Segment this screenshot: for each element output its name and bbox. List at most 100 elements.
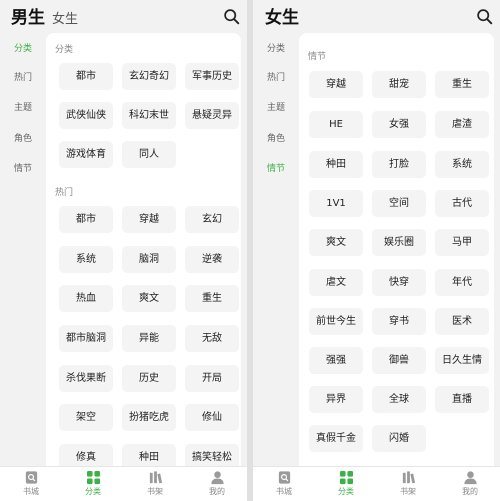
tag-chip[interactable]: 种田	[309, 151, 363, 178]
tag-chip[interactable]: 游戏体育	[59, 141, 113, 168]
grid-icon	[86, 470, 100, 485]
nav-mine[interactable]: 我的	[450, 470, 490, 497]
tag-chip[interactable]: 娱乐圈	[372, 229, 426, 256]
panel-male: 男生 女生 分类 热门 主题 角色 情节 分类 都市 玄幻奇幻 军事历史 武侠仙…	[0, 0, 247, 501]
tag-chip[interactable]: 扮猪吃虎	[122, 404, 176, 431]
tag-chip[interactable]: 重生	[185, 285, 239, 312]
nav-label: 分类	[85, 487, 101, 496]
sidebar-item-role[interactable]: 角色	[253, 131, 299, 144]
tag-chip[interactable]: 闪婚	[372, 425, 426, 452]
grid-icon	[339, 470, 353, 485]
tag-chip[interactable]: 空间	[372, 190, 426, 217]
sidebar-item-theme[interactable]: 主题	[253, 100, 299, 113]
nav-bookstore[interactable]: 书城	[11, 470, 51, 497]
section-title-plot: 情节	[308, 52, 327, 62]
tag-chip[interactable]: 军事历史	[185, 63, 239, 90]
tag-chip[interactable]: 种田	[122, 444, 176, 467]
tag-chip[interactable]: 甜宠	[372, 71, 426, 98]
tag-chip[interactable]: 异能	[122, 325, 176, 352]
tag-chip[interactable]: 前世今生	[309, 308, 363, 335]
tag-chip[interactable]: 穿书	[372, 308, 426, 335]
sidebar-item-category[interactable]: 分类	[253, 41, 299, 54]
user-icon	[463, 471, 477, 485]
tag-chip[interactable]: 玄幻奇幻	[122, 63, 176, 90]
tab-male[interactable]: 男生	[11, 3, 45, 28]
nav-label: 我的	[209, 487, 225, 496]
nav-label: 书城	[276, 487, 292, 496]
tag-chip[interactable]: 架空	[59, 404, 113, 431]
search-icon[interactable]	[223, 8, 240, 25]
sidebar-item-hot[interactable]: 热门	[0, 70, 46, 83]
tag-chip[interactable]: 开局	[185, 365, 239, 392]
tag-chip[interactable]: 热血	[59, 285, 113, 312]
tag-chip[interactable]: 搞笑轻松	[185, 444, 239, 467]
bookshelf-icon	[149, 471, 162, 484]
tag-chip[interactable]: 都市	[59, 63, 113, 90]
tag-chip[interactable]: 都市	[59, 206, 113, 233]
tag-chip[interactable]: 系统	[435, 151, 489, 178]
nav-label: 我的	[462, 487, 478, 496]
bottom-nav: 书城 分类 书架 我的	[253, 466, 500, 501]
sidebar: 分类 热门 主题 角色 情节	[253, 33, 299, 467]
tag-chip[interactable]: 古代	[435, 190, 489, 217]
tag-chip[interactable]: 虐渣	[435, 111, 489, 138]
tag-chip[interactable]: 年代	[435, 269, 489, 296]
tag-chip[interactable]: 1V1	[309, 190, 363, 217]
tag-chip[interactable]: 马甲	[435, 229, 489, 256]
tag-chip[interactable]: 系统	[59, 246, 113, 273]
tag-chip[interactable]: 玄幻	[185, 206, 239, 233]
nav-category[interactable]: 分类	[326, 470, 366, 497]
sidebar-item-theme[interactable]: 主题	[0, 100, 46, 113]
tag-chip[interactable]: 都市脑洞	[59, 325, 113, 352]
tag-chip[interactable]: 穿越	[309, 71, 363, 98]
tag-chip[interactable]: 直播	[435, 386, 489, 413]
nav-bookstore[interactable]: 书城	[264, 470, 304, 497]
nav-bookshelf[interactable]: 书架	[135, 470, 175, 497]
tag-chip[interactable]: 异界	[309, 386, 363, 413]
nav-label: 书架	[400, 487, 416, 496]
section-title-category: 分类	[55, 45, 74, 55]
sidebar-item-hot[interactable]: 热门	[253, 70, 299, 83]
tag-chip[interactable]: 重生	[435, 71, 489, 98]
tag-chip[interactable]: 历史	[122, 365, 176, 392]
nav-bookshelf[interactable]: 书架	[388, 470, 428, 497]
tag-chip[interactable]: 无敌	[185, 325, 239, 352]
tag-chip[interactable]: 爽文	[122, 285, 176, 312]
tag-chip[interactable]: 强强	[309, 347, 363, 374]
tag-chip[interactable]: 爽文	[309, 229, 363, 256]
tag-chip[interactable]: 武侠仙侠	[59, 102, 113, 129]
nav-label: 书架	[147, 487, 163, 496]
tag-chip[interactable]: 悬疑灵异	[185, 102, 239, 129]
sidebar-item-plot[interactable]: 情节	[253, 161, 299, 174]
sidebar-item-category[interactable]: 分类	[0, 41, 46, 54]
tag-chip[interactable]: 同人	[122, 141, 176, 168]
sidebar-item-plot[interactable]: 情节	[0, 161, 46, 174]
tag-chip[interactable]: 逆袭	[185, 246, 239, 273]
tag-chip[interactable]: HE	[309, 111, 363, 138]
tag-chip[interactable]: 全球	[372, 386, 426, 413]
tag-chip[interactable]: 打脸	[372, 151, 426, 178]
content-area: 情节 穿越 甜宠 重生 HE 女强 虐渣 种田 打脸 系统 1V1 空间 古代 …	[299, 33, 494, 467]
tag-chip[interactable]: 穿越	[122, 206, 176, 233]
sidebar-item-role[interactable]: 角色	[0, 131, 46, 144]
tab-female[interactable]: 女生	[265, 3, 299, 28]
tag-chip[interactable]: 日久生情	[435, 347, 489, 374]
tag-chip[interactable]: 女强	[372, 111, 426, 138]
nav-category[interactable]: 分类	[73, 470, 113, 497]
content-area: 分类 都市 玄幻奇幻 军事历史 武侠仙侠 科幻末世 悬疑灵异 游戏体育 同人 热…	[46, 33, 241, 467]
tag-chip[interactable]: 脑洞	[122, 246, 176, 273]
tag-chip[interactable]: 快穿	[372, 269, 426, 296]
search-icon[interactable]	[476, 8, 493, 25]
header: 女生	[253, 0, 500, 33]
tag-chip[interactable]: 医术	[435, 308, 489, 335]
nav-mine[interactable]: 我的	[197, 470, 237, 497]
tag-chip[interactable]: 修仙	[185, 404, 239, 431]
nav-label: 分类	[338, 487, 354, 496]
tag-chip[interactable]: 科幻末世	[122, 102, 176, 129]
tag-chip[interactable]: 修真	[59, 444, 113, 467]
tag-chip[interactable]: 御兽	[372, 347, 426, 374]
tag-chip[interactable]: 真假千金	[309, 425, 363, 452]
tab-female[interactable]: 女生	[52, 8, 78, 27]
tag-chip[interactable]: 虐文	[309, 269, 363, 296]
tag-chip[interactable]: 杀伐果断	[59, 365, 113, 392]
